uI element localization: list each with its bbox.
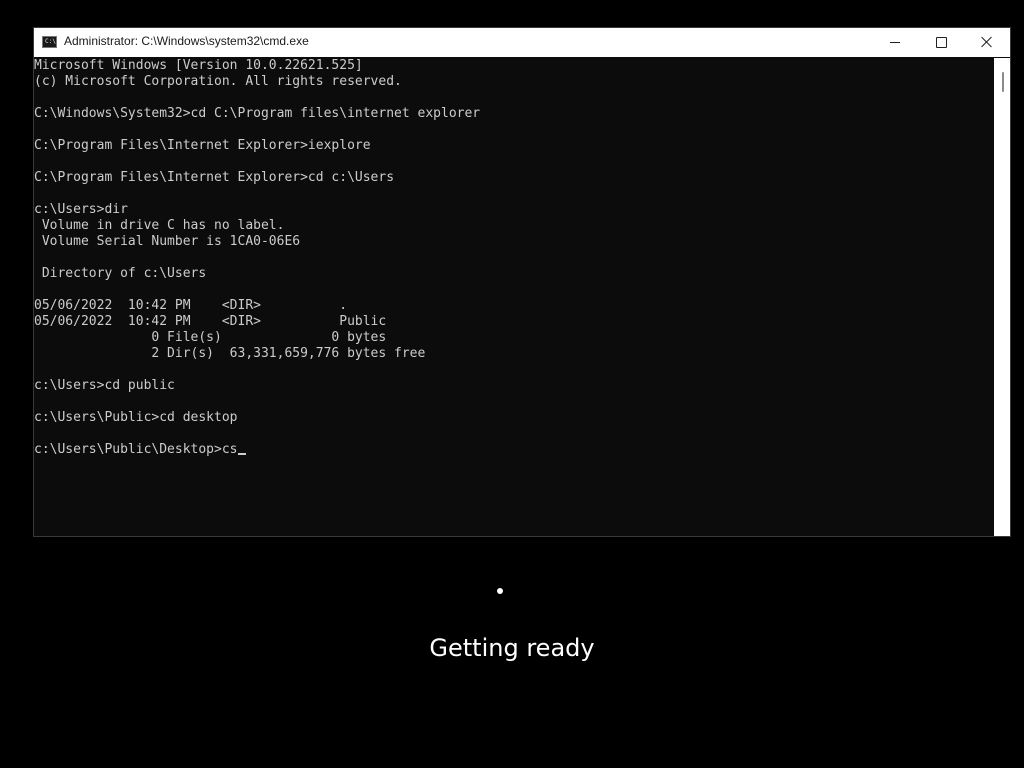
console-line: c:\Users>dir (34, 202, 128, 217)
console-line: Microsoft Windows [Version 10.0.22621.52… (34, 58, 363, 73)
maximize-button[interactable] (918, 28, 964, 57)
close-button[interactable] (964, 28, 1010, 57)
console-line: C:\Program Files\Internet Explorer>iexpl… (34, 138, 371, 153)
prompt-input-text[interactable]: c:\Users\Public\Desktop>cs (34, 442, 238, 457)
console-line: C:\Program Files\Internet Explorer>cd c:… (34, 170, 395, 185)
console-line: Volume Serial Number is 1CA0-06E6 (34, 234, 301, 249)
console-line: 0 File(s) 0 bytes (34, 330, 387, 345)
scrollbar-thumb[interactable] (1002, 72, 1004, 92)
title-bar[interactable]: C:\ Administrator: C:\Windows\system32\c… (34, 28, 1010, 57)
console-line: c:\Users>cd public (34, 378, 175, 393)
cmd-window[interactable]: C:\ Administrator: C:\Windows\system32\c… (33, 27, 1011, 537)
vertical-scrollbar[interactable] (994, 58, 1010, 536)
console-line: (c) Microsoft Corporation. All rights re… (34, 74, 402, 89)
status-text: Getting ready (429, 634, 595, 662)
maximize-icon (936, 37, 947, 48)
console-output[interactable]: Microsoft Windows [Version 10.0.22621.52… (34, 58, 994, 536)
window-title: Administrator: C:\Windows\system32\cmd.e… (64, 34, 309, 48)
minimize-icon (890, 42, 900, 43)
loading-spinner-icon (497, 588, 503, 594)
close-icon (981, 36, 993, 48)
console-line: C:\Windows\System32>cd C:\Program files\… (34, 106, 481, 121)
console-line: 05/06/2022 10:42 PM <DIR> Public (34, 314, 387, 329)
minimize-button[interactable] (872, 28, 918, 57)
console-line: c:\Users\Public>cd desktop (34, 410, 238, 425)
console-line: 2 Dir(s) 63,331,659,776 bytes free (34, 346, 426, 361)
cmd-icon: C:\ (42, 36, 57, 48)
console-line: Volume in drive C has no label. (34, 218, 285, 233)
console-prompt-line[interactable]: c:\Users\Public\Desktop>cs (34, 442, 994, 458)
console-line: Directory of c:\Users (34, 266, 207, 281)
console-line: 05/06/2022 10:42 PM <DIR> . (34, 298, 348, 313)
text-cursor (237, 453, 246, 455)
